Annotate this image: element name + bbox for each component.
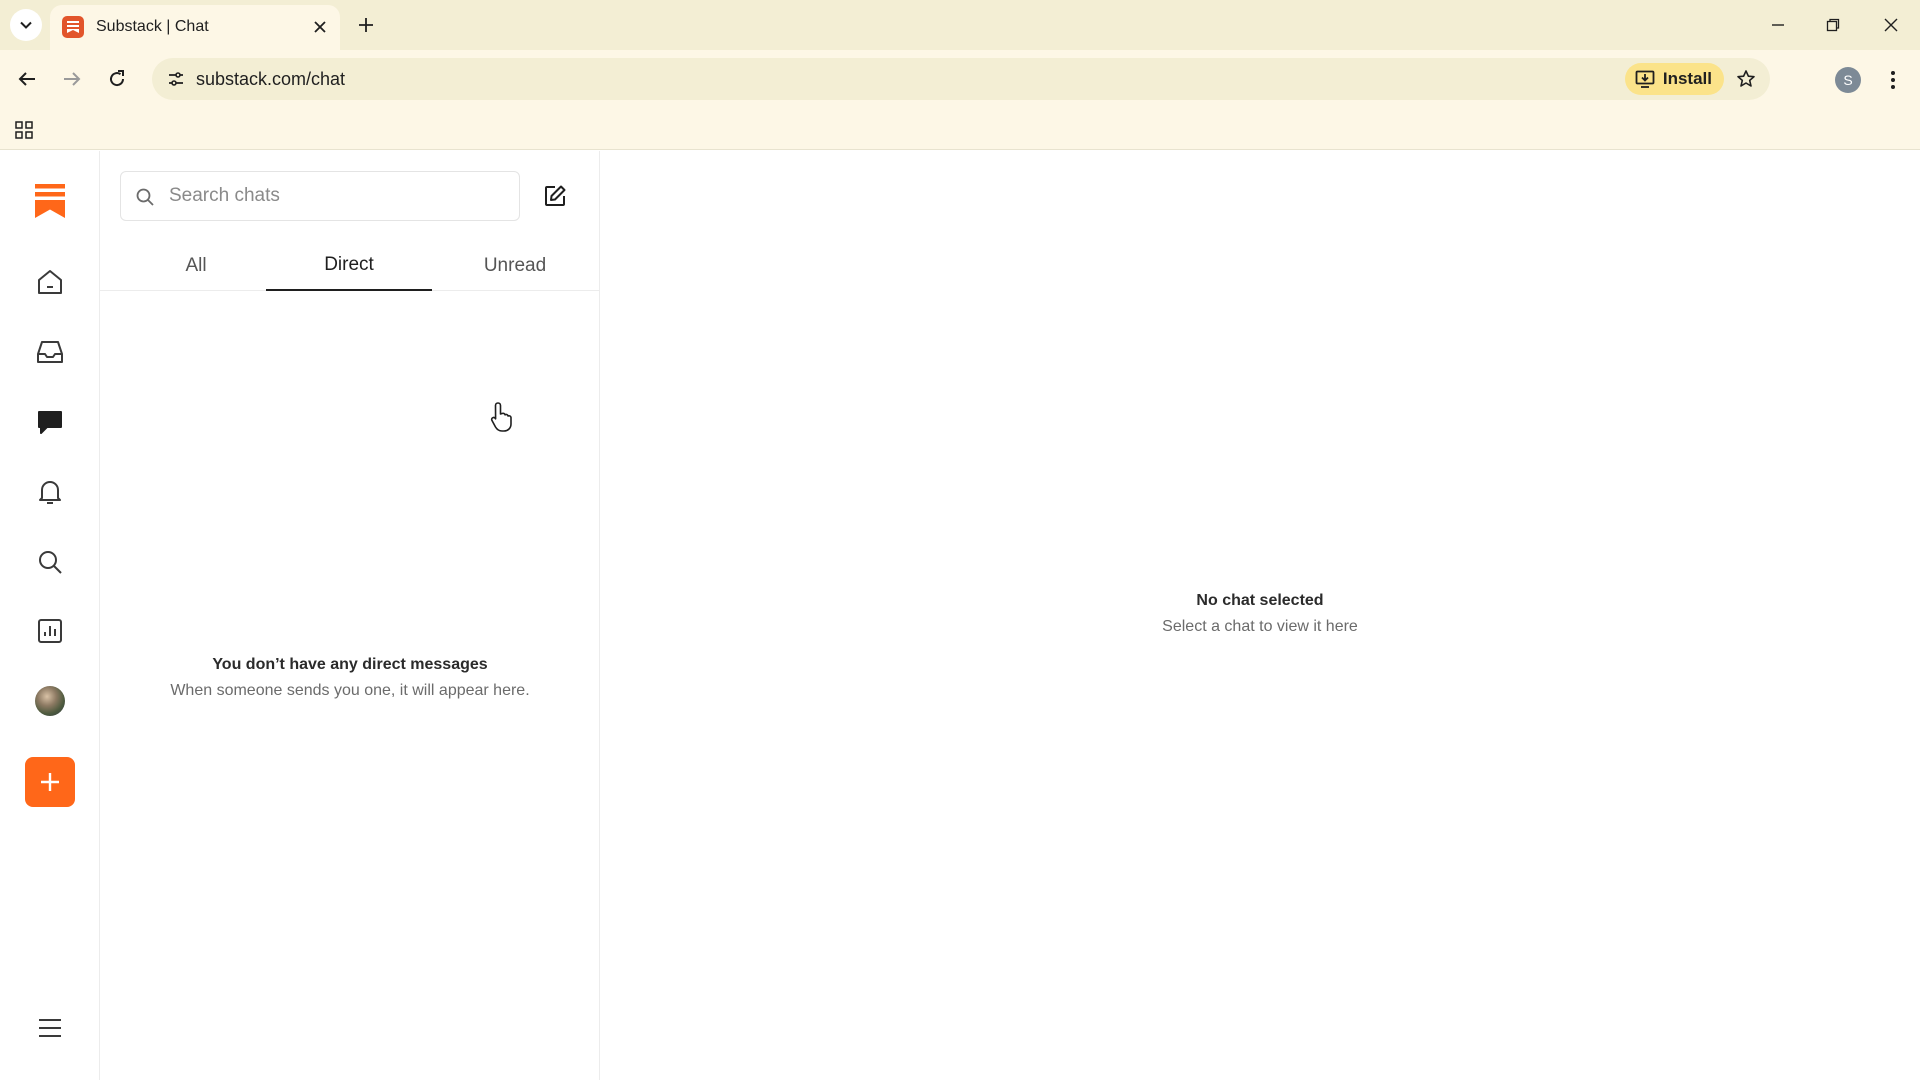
close-window-button[interactable] [1871, 8, 1911, 42]
arrow-left-icon [18, 72, 35, 86]
sidebar-item-home[interactable] [25, 257, 75, 307]
search-icon [136, 188, 154, 206]
sidebar-item-dashboard[interactable] [25, 606, 75, 656]
forward-button[interactable] [55, 62, 89, 96]
more-vert-icon [1891, 71, 1895, 89]
chat-detail-panel: No chat selected Select a chat to view i… [600, 151, 1920, 1080]
reload-button[interactable] [100, 62, 134, 96]
new-message-button[interactable] [538, 179, 572, 213]
sidebar-item-chat[interactable] [25, 397, 75, 447]
empty-list-title: You don’t have any direct messages [212, 656, 488, 673]
empty-list-subtitle: When someone sends you one, it will appe… [170, 682, 530, 699]
detail-empty-title: No chat selected [1196, 592, 1324, 609]
chat-icon [38, 411, 62, 434]
plus-icon [41, 773, 59, 791]
install-app-button[interactable]: Install [1624, 63, 1724, 95]
sidebar-rail [0, 151, 100, 1080]
tab-direct[interactable]: Direct [266, 241, 432, 291]
bookmark-star-button[interactable] [1730, 63, 1762, 95]
bar-chart-icon [38, 619, 62, 643]
substack-favicon-icon [62, 16, 84, 38]
restore-icon [1826, 18, 1840, 32]
close-icon [1884, 18, 1898, 32]
substack-logo-icon [35, 184, 65, 218]
search-icon [39, 551, 62, 574]
tab-unread[interactable]: Unread [432, 241, 598, 291]
chat-filter-tabs: All Direct Unread [100, 241, 600, 291]
arrow-right-icon [64, 72, 81, 86]
detail-empty-subtitle: Select a chat to view it here [1162, 618, 1358, 635]
back-button[interactable] [10, 62, 44, 96]
apps-grid-icon [15, 121, 33, 139]
inbox-icon [37, 341, 63, 363]
chevron-down-icon [20, 21, 32, 29]
sidebar-menu-button[interactable] [25, 1003, 75, 1053]
hand-cursor-icon [490, 402, 512, 432]
tab-search-button[interactable] [10, 9, 42, 41]
tune-icon [169, 72, 183, 86]
substack-logo[interactable] [25, 176, 75, 226]
install-label: Install [1662, 69, 1712, 88]
no-chat-selected: No chat selected Select a chat to view i… [600, 592, 1920, 636]
address-bar[interactable]: substack.com/chat Install [152, 58, 1770, 100]
sidebar-item-search[interactable] [25, 537, 75, 587]
tab-title: Substack | Chat [96, 18, 209, 35]
compose-icon [545, 185, 566, 206]
sidebar-item-notifications[interactable] [25, 467, 75, 517]
restore-button[interactable] [1813, 8, 1853, 42]
search-chats-input[interactable] [169, 172, 509, 220]
star-icon [1737, 70, 1755, 87]
browser-tab[interactable]: Substack | Chat [50, 5, 340, 50]
plus-icon [359, 18, 373, 32]
create-button[interactable] [25, 757, 75, 807]
home-icon [38, 270, 62, 294]
substack-chat-page: All Direct Unread You don’t have any dir… [0, 151, 1920, 1080]
reload-icon [110, 70, 125, 87]
close-icon [314, 21, 326, 33]
browser-menu-button[interactable] [1876, 63, 1910, 97]
tab-all[interactable]: All [113, 241, 279, 291]
sidebar-item-inbox[interactable] [25, 327, 75, 377]
empty-direct-messages: You don’t have any direct messages When … [100, 656, 600, 700]
profile-avatar[interactable]: S [1835, 67, 1861, 93]
hamburger-menu-icon [39, 1019, 61, 1037]
sidebar-item-profile[interactable] [25, 676, 75, 726]
search-box [120, 171, 520, 221]
new-tab-button[interactable] [352, 11, 380, 39]
minimize-button[interactable] [1758, 8, 1798, 42]
browser-toolbar: substack.com/chat Install S [0, 50, 1920, 108]
url-text[interactable]: substack.com/chat [196, 69, 345, 90]
avatar [35, 686, 65, 716]
minimize-icon [1772, 24, 1784, 26]
install-icon [1635, 70, 1655, 88]
browser-tab-strip: Substack | Chat [0, 0, 1920, 50]
tab-close-button[interactable] [308, 15, 332, 39]
chat-list-panel: All Direct Unread You don’t have any dir… [100, 151, 600, 1080]
site-info-button[interactable] [160, 63, 192, 95]
apps-button[interactable] [10, 116, 38, 144]
bell-icon [39, 481, 61, 504]
bookmarks-bar [0, 108, 1920, 150]
